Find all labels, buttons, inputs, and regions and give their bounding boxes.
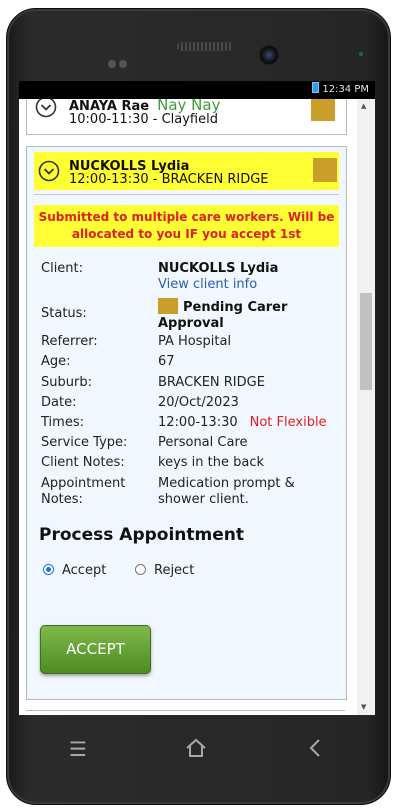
status-color-swatch <box>313 158 337 182</box>
scrollbar[interactable]: ▲ ▼ <box>357 99 375 715</box>
appointment-header[interactable]: NUCKOLLS Lydia 12:00-13:30 - BRACKEN RID… <box>34 152 339 190</box>
menu-icon[interactable]: ☰ <box>69 735 87 763</box>
chevron-down-icon[interactable] <box>35 99 57 122</box>
accept-radio-option[interactable]: Accept <box>43 563 106 578</box>
scrollbar-thumb[interactable] <box>360 293 372 390</box>
scroll-down-arrow-icon[interactable]: ▼ <box>361 703 366 711</box>
device-nav-bar: ☰ <box>0 735 402 765</box>
home-icon[interactable] <box>185 735 207 763</box>
allocation-notice: Submitted to multiple care workers. Will… <box>34 205 339 247</box>
earpiece-grille <box>177 42 233 51</box>
divider <box>34 194 339 195</box>
not-flexible-flag: Not Flexible <box>249 415 327 430</box>
sensor-dots <box>108 53 130 72</box>
process-appointment-title: Process Appointment <box>39 525 244 545</box>
appointment-card-anaya[interactable]: ANAYA Rae Nay Nay 10:00-11:30 - Clayfield <box>26 99 347 135</box>
appointment-card-nuckolls: NUCKOLLS Lydia 12:00-13:30 - BRACKEN RID… <box>26 146 347 700</box>
appointment-time-location: 12:00-13:30 - BRACKEN RIDGE <box>69 172 269 187</box>
next-appointment-card-edge <box>26 710 345 715</box>
back-icon[interactable] <box>308 735 322 763</box>
battery-icon <box>312 82 320 93</box>
view-client-info-link[interactable]: View client info <box>158 277 257 292</box>
reject-radio[interactable] <box>135 564 146 575</box>
status-swatch <box>158 298 178 314</box>
reject-radio-option[interactable]: Reject <box>135 563 194 578</box>
appointment-time-location: 10:00-11:30 - Clayfield <box>69 112 218 127</box>
accept-button[interactable]: ACCEPT <box>40 625 151 674</box>
accept-radio[interactable] <box>43 564 54 575</box>
reject-radio-label[interactable]: Reject <box>154 563 194 578</box>
chevron-down-icon[interactable] <box>38 160 60 186</box>
appointment-list[interactable]: ANAYA Rae Nay Nay 10:00-11:30 - Clayfield… <box>19 99 357 715</box>
status-time: 12:34 PM <box>322 84 369 95</box>
notification-led <box>359 52 363 56</box>
front-camera <box>259 45 279 65</box>
scroll-up-arrow-icon[interactable]: ▲ <box>361 102 366 110</box>
status-bar: 12:34 PM <box>19 81 375 99</box>
device-screen: 12:34 PM ANAYA Rae Nay Nay 10:00-11:30 - … <box>19 81 375 715</box>
client-value: NUCKOLLS Lydia <box>158 261 279 276</box>
status-color-swatch <box>311 99 335 121</box>
accept-radio-label[interactable]: Accept <box>62 563 106 578</box>
